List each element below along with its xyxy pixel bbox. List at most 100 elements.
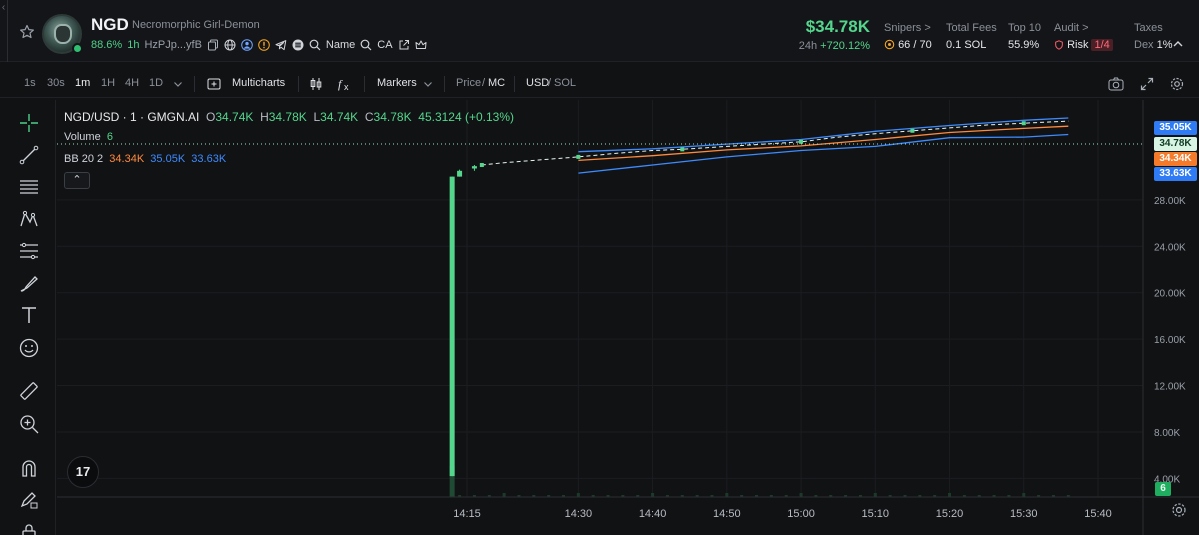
- search-icon[interactable]: [309, 39, 321, 51]
- usd-toggle[interactable]: USD: [526, 77, 549, 89]
- candle-body: [449, 176, 455, 477]
- indicators-fx-icon[interactable]: fx: [337, 76, 353, 92]
- telegram-icon[interactable]: [275, 39, 287, 51]
- y-axis-label: 24.00K: [1154, 242, 1186, 253]
- horizontal-lines-icon: [20, 180, 38, 194]
- shield-icon: [1055, 40, 1063, 50]
- collapse-panel-button[interactable]: ‹: [0, 0, 8, 62]
- snipers-stat[interactable]: Snipers > 66 / 70: [884, 22, 932, 51]
- bb-upper-tag: 35.05K: [1154, 121, 1197, 135]
- markers-dropdown[interactable]: Markers: [377, 77, 417, 89]
- token-full-name: Necromorphic Girl-Demon: [132, 19, 260, 31]
- collapse-legend-button[interactable]: ⌃: [64, 172, 90, 189]
- pattern-tool[interactable]: [18, 208, 40, 230]
- last-price-tag: 34.78K: [1154, 137, 1197, 151]
- y-axis-label: 12.00K: [1154, 382, 1186, 393]
- horizontal-lines-tool[interactable]: [18, 176, 40, 198]
- token-meta-row: 88.6% 1h HzPJp...yfB Name CA: [91, 38, 427, 52]
- mc-toggle[interactable]: MC: [488, 77, 505, 89]
- change-period: 24h: [798, 40, 818, 52]
- magnet-tool[interactable]: [18, 457, 40, 479]
- chart-canvas[interactable]: 4.00K8.00K12.00K16.00K20.00K24.00K28.00K…: [57, 100, 1199, 535]
- tradingview-logo[interactable]: 17: [67, 456, 99, 488]
- x-axis-label: 15:30: [1010, 508, 1038, 520]
- external-link-icon[interactable]: [398, 39, 410, 51]
- bb-lower-line: [578, 133, 1069, 174]
- multicharts-icon[interactable]: [207, 77, 221, 91]
- svg-text:f: f: [338, 77, 343, 91]
- y-axis-label: 8.00K: [1154, 428, 1180, 439]
- search-icon[interactable]: [360, 39, 372, 51]
- y-axis-label: 20.00K: [1154, 289, 1186, 300]
- holder-percentage: 88.6%: [91, 39, 123, 51]
- candle-body: [471, 166, 477, 169]
- change-value: +720.12%: [820, 40, 870, 52]
- audit-label: Audit >: [1054, 22, 1089, 34]
- fibonacci-icon: [20, 242, 38, 260]
- user-icon[interactable]: [241, 39, 253, 51]
- emoji-tool[interactable]: [18, 337, 40, 359]
- price-chart[interactable]: 4.00K 8.00K 12.00K 16.00K 20.00K 24.00K 28.00K…: [57, 100, 1199, 535]
- x-axis-label: 14:15: [453, 508, 481, 520]
- timeframe-1s[interactable]: 1s: [24, 77, 36, 89]
- sol-toggle[interactable]: SOL: [554, 77, 576, 89]
- risk-label: Risk: [1067, 39, 1089, 51]
- globe-icon[interactable]: [224, 39, 236, 51]
- pair-title: NGD/USD · 1 · GMGN.AI: [64, 110, 200, 124]
- x-axis-label: 14:30: [565, 508, 593, 520]
- audit-stat[interactable]: Audit > Risk 1/4: [1054, 22, 1113, 51]
- lock-drawing-tool[interactable]: [18, 489, 40, 511]
- camera-icon[interactable]: [1107, 75, 1125, 93]
- text-tool[interactable]: [18, 304, 40, 326]
- multicharts-button[interactable]: Multicharts: [232, 77, 285, 89]
- timeframe-1h[interactable]: 1H: [101, 77, 115, 89]
- settings-icon[interactable]: [1169, 76, 1185, 92]
- y-axis-label: 28.00K: [1154, 196, 1186, 207]
- bb-middle-line: [578, 125, 1069, 162]
- contract-address[interactable]: HzPJp...yfB: [144, 39, 201, 51]
- chevron-down-icon[interactable]: [423, 79, 433, 89]
- ca-search-link[interactable]: CA: [377, 39, 392, 51]
- top10-value: 55.9%: [1008, 39, 1040, 51]
- candles-icon[interactable]: [309, 77, 323, 91]
- bb-params: 20 2: [81, 153, 104, 165]
- crosshair-tool[interactable]: [18, 112, 40, 134]
- volume-tag: 6: [1155, 482, 1171, 496]
- lock-tool[interactable]: [18, 522, 40, 535]
- trend-line-tool[interactable]: [18, 144, 40, 166]
- expand-icon[interactable]: [1139, 76, 1155, 92]
- brush-icon: [20, 276, 38, 292]
- x-axis-label: 15:10: [862, 508, 890, 520]
- timeframe-30s[interactable]: 30s: [47, 77, 65, 89]
- bb-legend[interactable]: BB 20 2 34.34K 35.05K 33.63K: [64, 153, 226, 165]
- zoom-tool[interactable]: [18, 413, 40, 435]
- ruler-icon: [20, 382, 38, 400]
- ruler-tool[interactable]: [18, 380, 40, 402]
- crown-icon[interactable]: [415, 39, 427, 51]
- status-badge: [72, 43, 83, 54]
- star-icon[interactable]: [19, 24, 35, 40]
- bb-mid-value: 34.34K: [109, 153, 145, 165]
- chart-settings-icon[interactable]: [1170, 501, 1188, 519]
- warning-icon[interactable]: [258, 39, 270, 51]
- pencil-lock-icon: [20, 492, 38, 509]
- bb-lower-value: 33.63K: [191, 153, 227, 165]
- mini-candle: [799, 139, 804, 144]
- bb-upper-line: [578, 117, 1069, 153]
- price-toggle[interactable]: Price: [456, 77, 481, 89]
- copy-icon[interactable]: [207, 39, 219, 51]
- timeframe-1d[interactable]: 1D: [149, 77, 163, 89]
- volume-bar: [576, 493, 580, 497]
- menu-circle-icon[interactable]: [292, 39, 304, 51]
- timeframe-1m[interactable]: 1m: [75, 77, 90, 89]
- timeframe-4h[interactable]: 4H: [125, 77, 139, 89]
- volume-legend[interactable]: Volume 6: [64, 131, 113, 143]
- fib-tool[interactable]: [18, 240, 40, 262]
- chevron-up-icon[interactable]: [1172, 38, 1184, 50]
- mini-candle: [479, 163, 484, 168]
- x-axis-label: 14:40: [639, 508, 667, 520]
- top10-label: Top 10: [1008, 22, 1042, 34]
- name-search-link[interactable]: Name: [326, 39, 355, 51]
- brush-tool[interactable]: [18, 272, 40, 294]
- chevron-down-icon[interactable]: [173, 79, 183, 89]
